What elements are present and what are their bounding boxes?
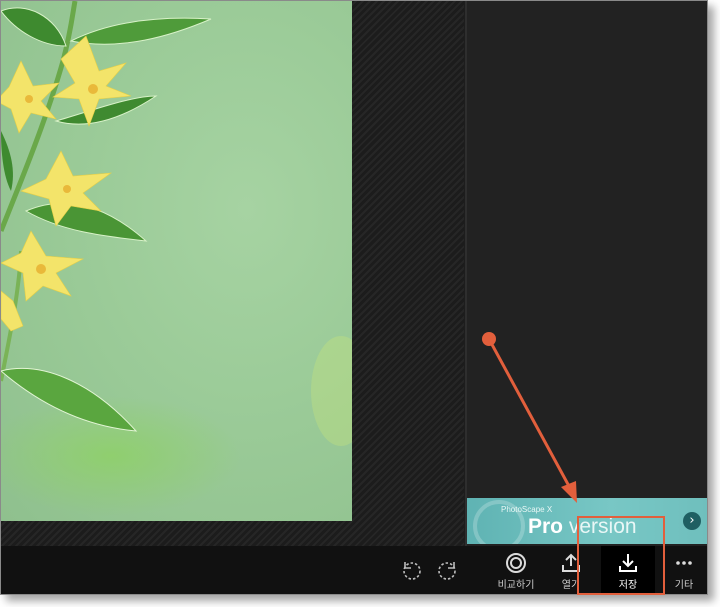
save-highlight-box xyxy=(577,516,665,595)
